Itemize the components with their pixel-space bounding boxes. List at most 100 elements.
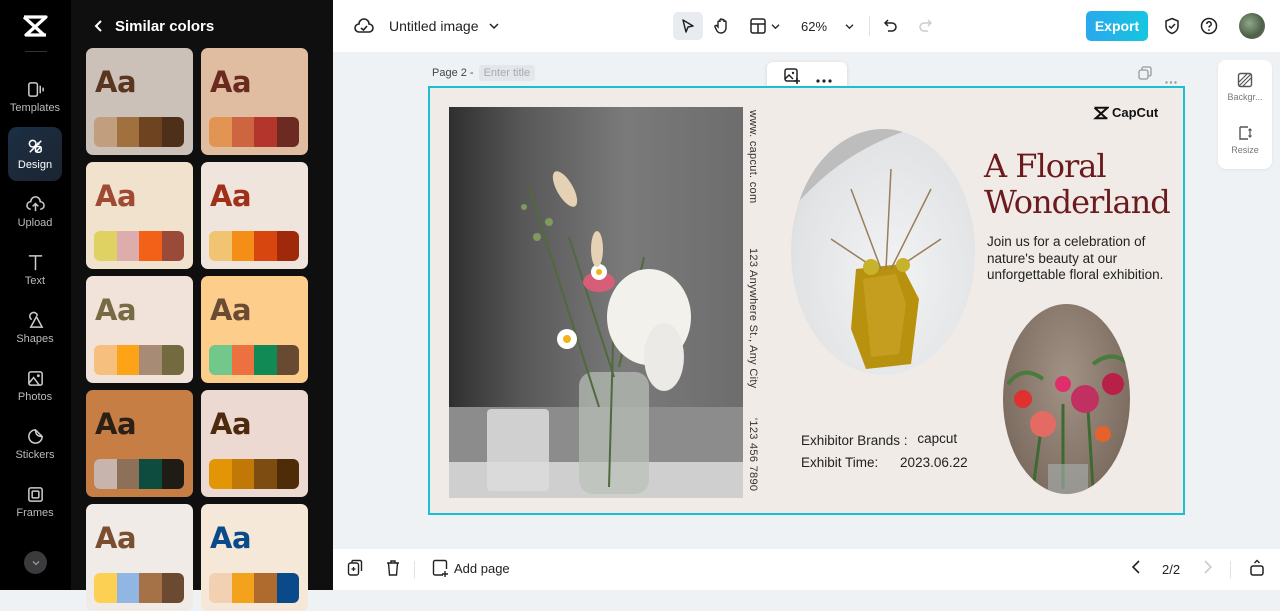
rail-label: Templates [9, 102, 61, 114]
palette-swatches [209, 573, 299, 603]
layout-dropdown[interactable] [749, 14, 780, 38]
palette-sample-text: Aa [95, 407, 137, 441]
chevron-down-icon [32, 560, 39, 565]
help-icon [1200, 17, 1218, 35]
resize-tool-label: Resize [1231, 145, 1259, 155]
back-button[interactable] [89, 16, 109, 36]
time-label: Exhibit Time: [801, 455, 879, 470]
palette-card[interactable]: Aa [86, 48, 193, 155]
color-swatch [161, 459, 184, 489]
flowers-photo-oval[interactable] [1003, 304, 1130, 494]
duplicate-page-button[interactable] [1138, 66, 1152, 85]
rail-item-photos[interactable]: Photos [8, 359, 62, 413]
exhibit-time-row[interactable]: Exhibit Time: 2023.06.22 [801, 455, 968, 470]
bouquet-photo[interactable] [449, 107, 743, 498]
vase-photo-oval[interactable] [791, 129, 975, 375]
zoom-dropdown[interactable]: 62% [801, 16, 854, 36]
resize-tool-button[interactable]: Resize [1218, 125, 1272, 155]
color-swatch [276, 459, 299, 489]
design-canvas-page[interactable]: www. capcut. com 123 Anywhere St., Any C… [428, 86, 1185, 515]
phone-text[interactable]: '123 456 7890 [747, 418, 759, 491]
doc-title-dropdown[interactable]: Untitled image [389, 16, 499, 36]
capcut-brand-logo[interactable]: CapCut [1093, 105, 1158, 120]
rail-item-design[interactable]: Design [8, 127, 62, 181]
palette-card[interactable]: Aa [201, 48, 308, 155]
color-swatch [94, 345, 117, 375]
more-options-button[interactable] [815, 70, 832, 88]
undo-button[interactable] [881, 15, 901, 37]
duplicate-page-button[interactable] [347, 559, 363, 577]
color-swatch [116, 573, 139, 603]
palette-card[interactable]: Aa [201, 276, 308, 383]
chevron-down-icon [771, 23, 780, 29]
similar-colors-panel: Similar colors Aa Aa Aa Aa Aa Aa Aa Aa Aa Aa [71, 0, 401, 611]
cursor-icon [682, 19, 694, 33]
rail-item-templates[interactable]: Templates [8, 70, 62, 124]
color-swatch [276, 345, 299, 375]
poster-title[interactable]: A Floral Wonderland [984, 148, 1171, 220]
background-icon [1237, 72, 1253, 88]
expand-pages-button[interactable] [1249, 559, 1265, 577]
rail-item-upload[interactable]: Upload [8, 185, 62, 239]
page-label: Page 2 - Enter title [432, 65, 536, 81]
capcut-logo[interactable] [22, 14, 48, 38]
rail-item-shapes[interactable]: Shapes [8, 301, 62, 355]
background-tool-button[interactable]: Backgr... [1218, 72, 1272, 102]
palette-card[interactable]: Aa [86, 276, 193, 383]
time-value: 2023.06.22 [900, 455, 968, 470]
avatar[interactable] [1239, 13, 1265, 39]
help-button[interactable] [1199, 16, 1219, 36]
templates-icon [27, 82, 44, 97]
rail-label: Text [24, 275, 46, 287]
cloud-sync-button[interactable] [353, 16, 375, 36]
flowers-illustration [1006, 354, 1130, 494]
website-text[interactable]: www. capcut. com [747, 110, 759, 203]
color-swatch [254, 231, 277, 261]
palette-swatches [94, 117, 184, 147]
page-indicator: 2/2 [1162, 562, 1181, 577]
rail-label: Photos [17, 391, 53, 403]
doc-title: Untitled image [389, 18, 479, 34]
next-page-button[interactable] [1203, 559, 1213, 575]
rail-more-button[interactable] [24, 551, 47, 574]
redo-button[interactable] [915, 15, 935, 37]
address-text[interactable]: 123 Anywhere St., Any City [747, 248, 759, 388]
color-swatch [139, 231, 162, 261]
chevron-right-icon [1204, 560, 1213, 574]
palette-card[interactable]: Aa [86, 162, 193, 269]
rail-item-text[interactable]: Text [8, 243, 62, 297]
previous-page-button[interactable] [1131, 559, 1141, 575]
shield-button[interactable] [1162, 16, 1182, 36]
shapes-icon [28, 311, 43, 328]
rail-item-frames[interactable]: Frames [8, 475, 62, 529]
palette-sample-text: Aa [210, 65, 252, 99]
export-button[interactable]: Export [1086, 11, 1148, 41]
palette-swatches [209, 345, 299, 375]
rail-label: Shapes [16, 333, 54, 345]
hand-tool-button[interactable] [711, 14, 733, 38]
poster-description[interactable]: Join us for a celebration of nature's be… [987, 234, 1167, 284]
palette-swatches [94, 231, 184, 261]
color-swatch [231, 117, 254, 147]
palette-card[interactable]: Aa [86, 390, 193, 497]
add-page-button[interactable]: Add page [432, 559, 510, 577]
stickers-icon [27, 429, 43, 444]
color-swatch [209, 117, 232, 147]
color-swatch [209, 573, 232, 603]
palette-swatches [94, 573, 184, 603]
page-title-input[interactable]: Enter title [478, 65, 536, 81]
palette-card[interactable]: Aa [201, 504, 308, 611]
color-swatch [139, 573, 162, 603]
palette-swatches [94, 345, 184, 375]
add-page-label: Add page [454, 560, 510, 576]
delete-page-button[interactable] [385, 559, 401, 577]
color-swatch [276, 573, 299, 603]
palette-card[interactable]: Aa [201, 162, 308, 269]
palette-card[interactable]: Aa [201, 390, 308, 497]
color-swatch [161, 231, 184, 261]
exhibitor-brands-row[interactable]: Exhibitor Brands : capcut [801, 431, 957, 448]
palette-card[interactable]: Aa [86, 504, 193, 611]
rail-item-stickers[interactable]: Stickers [8, 417, 62, 471]
select-tool-button[interactable] [673, 12, 703, 40]
text-icon [28, 255, 42, 271]
